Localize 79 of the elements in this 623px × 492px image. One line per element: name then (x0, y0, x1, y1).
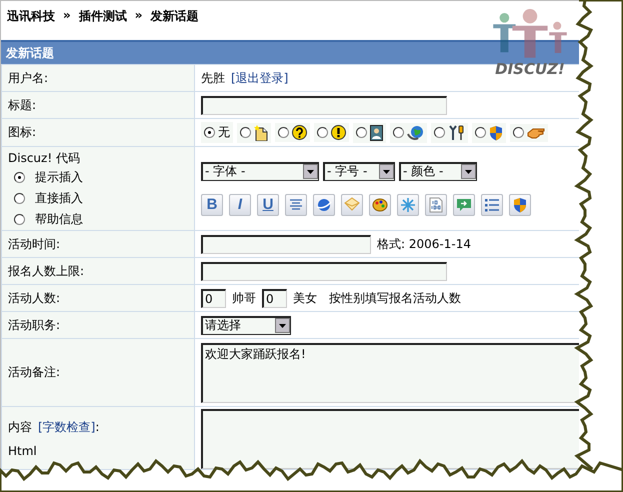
breadcrumb-separator: » (134, 8, 143, 24)
globe-button[interactable] (313, 194, 335, 216)
palette-button[interactable] (369, 194, 391, 216)
count-input[interactable]: 0 (262, 288, 287, 308)
radio-label: 提示插入 (35, 168, 83, 186)
shield-button[interactable] (509, 194, 531, 216)
dropdown-arrow-icon (383, 170, 390, 174)
logout-link[interactable]: [退出登录] (231, 70, 288, 86)
field-label: 报名人数上限: (8, 264, 84, 278)
date-input[interactable] (201, 234, 371, 254)
toolbar-dropdown[interactable]: - 颜色 - (399, 162, 477, 180)
username: 先胜 (201, 70, 225, 86)
people-logo-icon (490, 8, 570, 58)
field-label: 标题: (8, 98, 36, 112)
content-textarea[interactable] (201, 409, 579, 469)
icon-radio[interactable] (240, 127, 251, 138)
format-hint: 格式: 2006-1-14 (377, 236, 471, 252)
form-header: 发新话题 (1, 40, 579, 64)
icon-radio[interactable] (204, 127, 215, 138)
list-button[interactable] (481, 194, 503, 216)
field-label-colon: : (95, 420, 100, 434)
mode-radio[interactable] (14, 172, 25, 182)
icon-radio[interactable] (356, 127, 367, 138)
question-icon (292, 125, 307, 140)
shield-icon (511, 196, 529, 214)
html-note: Html (8, 444, 37, 458)
count-label: 美女 (293, 290, 317, 306)
binary-document-icon (427, 196, 445, 214)
icon-radio[interactable] (513, 127, 524, 138)
text-input[interactable] (201, 262, 447, 280)
word-count-link[interactable]: [字数检查] (38, 418, 96, 436)
dropdown-arrow-icon (465, 170, 472, 174)
dropdown-arrow-icon (307, 170, 314, 174)
speech-bubble-button[interactable] (453, 194, 475, 216)
underline-button[interactable]: U (257, 194, 279, 216)
icon-radio[interactable] (317, 127, 328, 138)
toolbar-dropdown[interactable]: - 字号 - (323, 162, 395, 180)
field-label: 图标: (8, 125, 36, 139)
breadcrumb-link[interactable]: 插件测试 (78, 8, 127, 40)
field-label: 用户名: (8, 70, 48, 84)
exclamation-icon (331, 125, 346, 140)
role-dropdown[interactable]: 请选择 (201, 316, 291, 334)
bold-button[interactable]: B (201, 194, 223, 216)
toolbar-dropdown[interactable]: - 字体 - (201, 162, 319, 180)
field-label: 活动人数: (8, 290, 60, 304)
italic-button[interactable]: I (229, 194, 251, 216)
field-label: 内容 (8, 418, 32, 436)
text-input[interactable] (201, 96, 447, 114)
count-label: 帅哥 (232, 290, 256, 306)
mode-radio[interactable] (14, 214, 25, 224)
shield-icon (489, 124, 503, 140)
field-label: 活动职务: (8, 318, 60, 332)
breadcrumb-link[interactable]: 迅讯科技 (7, 8, 55, 40)
icon-radio[interactable] (434, 127, 445, 138)
count-hint: 按性别填写报名活动人数 (329, 290, 461, 306)
field-label: 活动时间: (8, 236, 60, 250)
breadcrumb-link[interactable]: 发新话题 (150, 8, 199, 40)
count-input[interactable]: 0 (201, 288, 226, 308)
tools-icon (448, 124, 465, 140)
icon-radio[interactable] (393, 127, 404, 138)
binary-document-button[interactable] (425, 194, 447, 216)
hand-icon (527, 126, 545, 140)
globe-icon (407, 124, 424, 140)
field-label: Discuz! 代码 (8, 150, 80, 164)
field-label: 活动备注: (8, 365, 60, 379)
option-label: 无 (218, 124, 230, 141)
breadcrumb-separator: » (63, 8, 71, 24)
sparkle-button[interactable] (397, 194, 419, 216)
radio-label: 帮助信息 (35, 210, 83, 228)
align-center-button[interactable] (285, 194, 307, 216)
sparkle-icon (399, 196, 417, 214)
icon-radio[interactable] (278, 127, 289, 138)
dropdown-arrow-icon (279, 324, 286, 328)
envelope-icon (343, 196, 361, 214)
mode-radio[interactable] (14, 192, 25, 204)
palette-icon (371, 196, 389, 214)
icon-radio[interactable] (475, 127, 486, 138)
notes-textarea[interactable]: 欢迎大家踊跃报名! (201, 342, 579, 402)
radio-label: 直接插入 (35, 190, 83, 206)
